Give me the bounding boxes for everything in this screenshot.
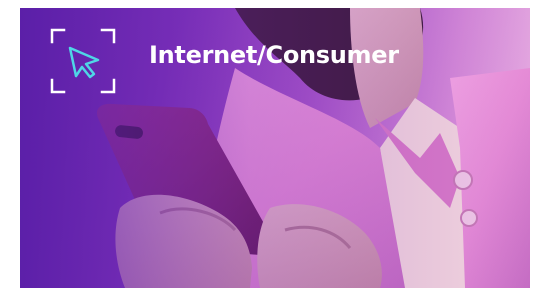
cursor-in-frame-icon: [50, 28, 116, 94]
cursor-arrow-icon: [68, 46, 100, 79]
category-banner[interactable]: Internet/Consumer: [20, 8, 530, 288]
banner-title: Internet/Consumer: [149, 41, 399, 69]
